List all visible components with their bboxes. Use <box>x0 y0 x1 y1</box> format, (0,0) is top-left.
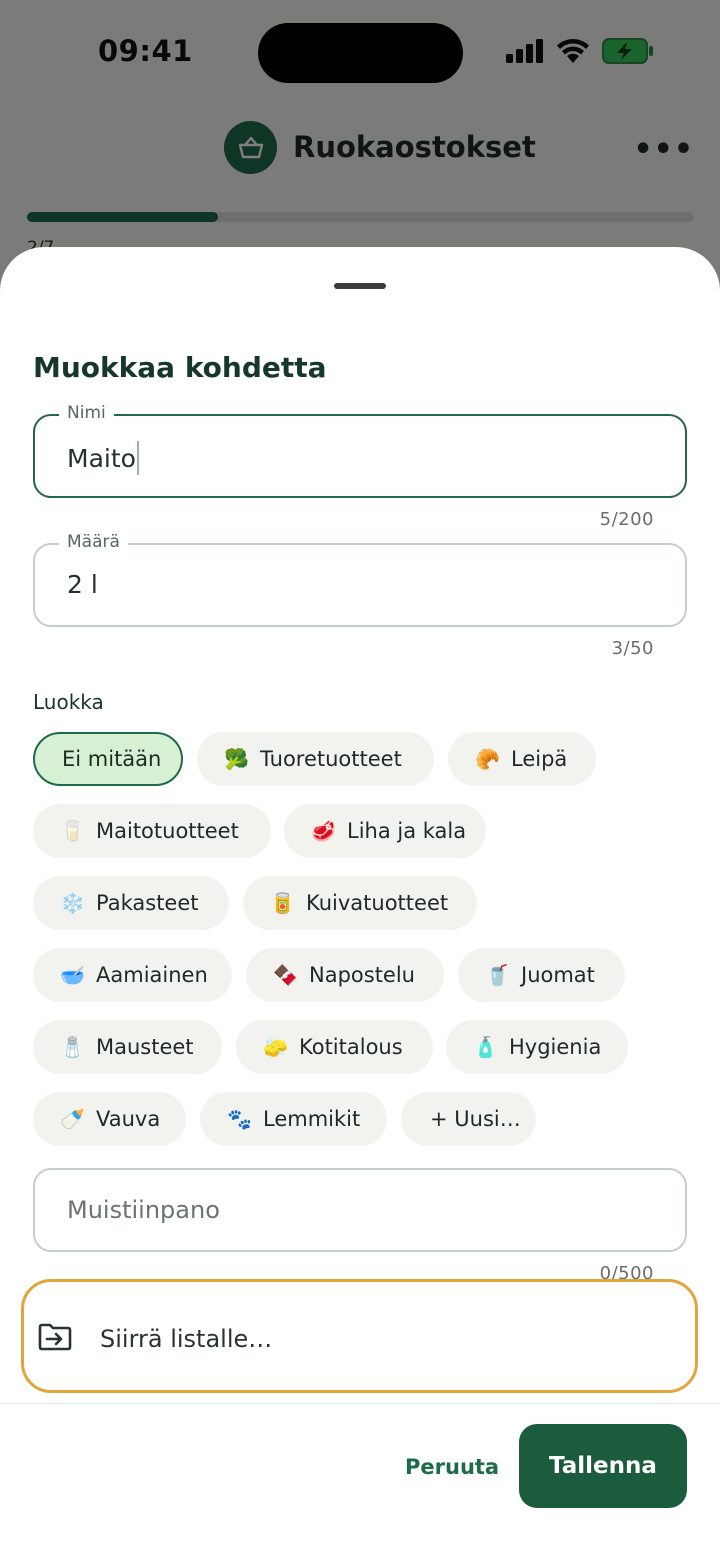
name-field[interactable]: Nimi Maito <box>33 403 687 498</box>
cereal-bowl-icon: 🥣 <box>60 963 85 987</box>
chip-label: Ei mitään <box>62 747 162 771</box>
chip-label: Maitotuotteet <box>96 819 239 843</box>
chocolate-icon: 🍫 <box>273 963 298 987</box>
amount-field-value[interactable]: 2 l <box>67 570 98 599</box>
chip-label: + Uusi… <box>430 1107 521 1131</box>
note-placeholder: Muistiinpano <box>67 1196 220 1224</box>
amount-field-label: Määrä <box>59 532 128 552</box>
croissant-icon: 🥐 <box>475 747 500 771</box>
chip-leipa[interactable]: 🥐 Leipä <box>448 732 596 786</box>
broccoli-icon: 🥦 <box>224 747 249 771</box>
baby-bottle-icon: 🍼 <box>60 1107 85 1131</box>
meat-icon: 🥩 <box>311 819 336 843</box>
chip-kuivatuotteet[interactable]: 🥫 Kuivatuotteet <box>243 876 477 930</box>
move-to-list-label: Siirrä listalle… <box>100 1325 273 1353</box>
text-caret <box>136 441 139 475</box>
chip-label: Mausteet <box>96 1035 194 1059</box>
screen: 09:41 <box>0 0 720 1564</box>
chip-aamiainen[interactable]: 🥣 Aamiainen <box>33 948 232 1002</box>
name-field-label: Nimi <box>59 403 114 423</box>
folder-move-icon <box>38 1323 72 1351</box>
chip-new-category[interactable]: + Uusi… <box>401 1092 536 1146</box>
chip-tuoretuotteet[interactable]: 🥦 Tuoretuotteet <box>197 732 434 786</box>
chip-maitotuotteet[interactable]: 🥛 Maitotuotteet <box>33 804 271 858</box>
footer-divider <box>0 1403 720 1404</box>
edit-item-sheet: Muokkaa kohdetta Nimi Maito 5/200 Määrä … <box>0 247 720 1564</box>
chip-label: Liha ja kala <box>347 819 467 843</box>
chip-label: Juomat <box>521 963 595 987</box>
amount-char-counter: 3/50 <box>611 638 654 659</box>
chip-mausteet[interactable]: 🧂 Mausteet <box>33 1020 222 1074</box>
snowflake-icon: ❄️ <box>60 891 85 915</box>
sponge-icon: 🧽 <box>263 1035 288 1059</box>
chip-label: Kotitalous <box>299 1035 403 1059</box>
salt-shaker-icon: 🧂 <box>60 1035 85 1059</box>
chip-vauva[interactable]: 🍼 Vauva <box>33 1092 186 1146</box>
lotion-bottle-icon: 🧴 <box>473 1035 498 1059</box>
chip-label: Napostelu <box>309 963 415 987</box>
chip-pakasteet[interactable]: ❄️ Pakasteet <box>33 876 229 930</box>
move-to-list-button[interactable]: Siirrä listalle… <box>21 1279 698 1393</box>
chip-label: Lemmikit <box>263 1107 361 1131</box>
chip-liha-ja-kala[interactable]: 🥩 Liha ja kala <box>284 804 486 858</box>
chip-lemmikit[interactable]: 🐾 Lemmikit <box>200 1092 387 1146</box>
name-char-counter: 5/200 <box>599 509 654 530</box>
chip-napostelu[interactable]: 🍫 Napostelu <box>246 948 444 1002</box>
category-label: Luokka <box>33 690 104 714</box>
chip-none[interactable]: Ei mitään <box>33 732 183 786</box>
chip-label: Hygienia <box>509 1035 602 1059</box>
paw-prints-icon: 🐾 <box>227 1107 252 1131</box>
name-field-value[interactable]: Maito <box>67 444 136 473</box>
chip-kotitalous[interactable]: 🧽 Kotitalous <box>236 1020 433 1074</box>
chip-label: Aamiainen <box>96 963 208 987</box>
chip-label: Pakasteet <box>96 891 199 915</box>
canned-food-icon: 🥫 <box>270 891 295 915</box>
sheet-drag-handle[interactable] <box>334 283 386 289</box>
chip-label: Vauva <box>96 1107 161 1131</box>
chip-juomat[interactable]: 🥤 Juomat <box>458 948 625 1002</box>
milk-glass-icon: 🥛 <box>60 819 85 843</box>
sheet-title: Muokkaa kohdetta <box>33 351 327 384</box>
cancel-button[interactable]: Peruuta <box>405 1455 499 1479</box>
chip-label: Kuivatuotteet <box>306 891 449 915</box>
drink-cup-icon: 🥤 <box>485 963 510 987</box>
chip-hygienia[interactable]: 🧴 Hygienia <box>446 1020 628 1074</box>
chip-label: Leipä <box>511 747 568 771</box>
save-button[interactable]: Tallenna <box>519 1424 687 1508</box>
amount-field[interactable]: Määrä 2 l <box>33 532 687 627</box>
note-field[interactable]: Muistiinpano <box>33 1168 687 1252</box>
chip-label: Tuoretuotteet <box>260 747 402 771</box>
